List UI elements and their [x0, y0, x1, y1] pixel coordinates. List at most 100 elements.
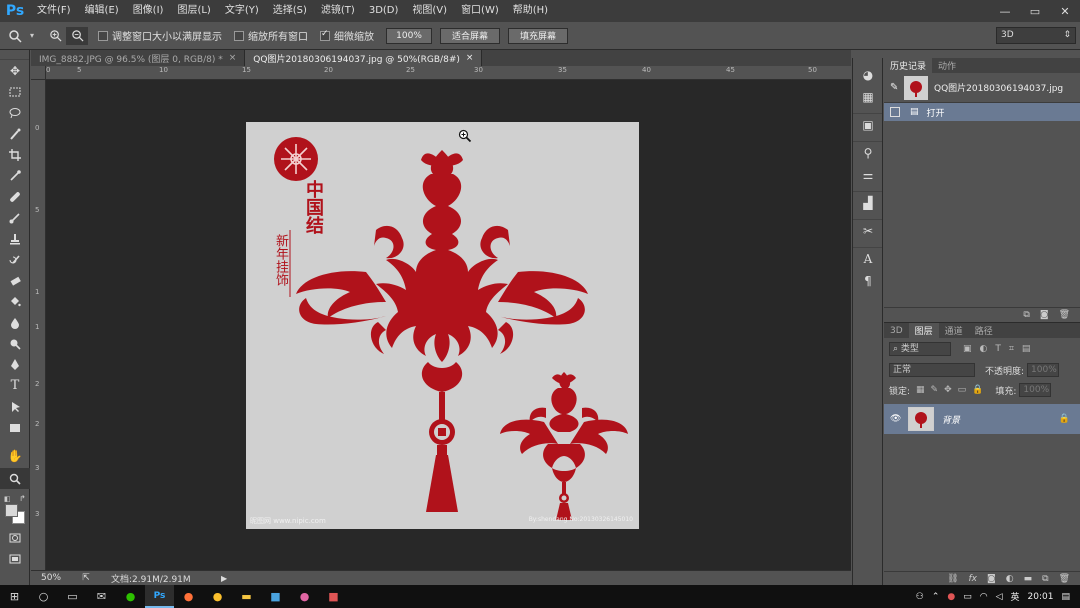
zoom-tool-icon[interactable]	[0, 468, 30, 489]
paragraph-panel-icon[interactable]: ¶	[853, 270, 883, 292]
link-layers-icon[interactable]: ⛓	[947, 574, 958, 584]
app-red-icon[interactable]: ■	[319, 585, 348, 608]
dodge-tool-icon[interactable]	[0, 333, 30, 354]
quick-select-tool-icon[interactable]	[0, 123, 30, 144]
menu-image[interactable]: 图像(I)	[126, 0, 171, 22]
hand-tool-icon[interactable]: ✋	[0, 444, 30, 468]
trash-icon[interactable]: 🗑	[1059, 574, 1070, 584]
document-canvas[interactable]: 中国结 新年挂饰 昵图网 www.nipic.com By:shendang N…	[246, 122, 639, 529]
restore-button[interactable]: ▭	[1020, 0, 1050, 22]
layer-style-icon[interactable]: fx	[969, 574, 978, 584]
tab-paths[interactable]: 路径	[969, 323, 999, 338]
layer-mask-icon[interactable]: ◙	[987, 574, 996, 584]
layer-row[interactable]: 👁 背景 🔒	[884, 404, 1080, 434]
lock-options-icons[interactable]: ▦✎✥▭🔒	[916, 385, 989, 395]
tray-app-icon[interactable]: ●	[947, 592, 955, 602]
history-source-checkbox[interactable]	[890, 107, 900, 117]
photoshop-taskbar-icon[interactable]: Ps	[145, 585, 174, 608]
type-tool-icon[interactable]: T	[0, 375, 30, 396]
menu-help[interactable]: 帮助(H)	[506, 0, 555, 22]
menu-layer[interactable]: 图层(L)	[170, 0, 217, 22]
history-snapshot[interactable]: ✎ QQ图片20180306194037.jpg	[884, 73, 1080, 103]
trash-icon[interactable]: 🗑	[1059, 310, 1070, 320]
close-icon[interactable]: ×	[466, 53, 474, 63]
clone-stamp-tool-icon[interactable]	[0, 228, 30, 249]
tab-channels[interactable]: 通道	[939, 323, 969, 338]
quick-mask-icon[interactable]	[0, 527, 30, 548]
menu-view[interactable]: 视图(V)	[405, 0, 454, 22]
scrubby-zoom-checkbox[interactable]: 细微缩放	[320, 28, 374, 43]
doc-tab-qq-image[interactable]: QQ图片20180306194037.jpg @ 50%(RGB/8#) ×	[245, 50, 483, 66]
notification-icon[interactable]: ▤	[1061, 592, 1070, 602]
brush-tool-icon[interactable]	[0, 207, 30, 228]
eraser-tool-icon[interactable]	[0, 270, 30, 291]
foreground-color-swatch[interactable]	[5, 504, 18, 517]
workspace-select[interactable]: 3D ⇕	[996, 27, 1076, 44]
history-state[interactable]: ▤ 打开	[884, 103, 1080, 121]
search-icon[interactable]: ○	[29, 585, 58, 608]
toolbar-grip[interactable]	[0, 50, 29, 60]
horizontal-ruler[interactable]: 0 5 10 15 20 25 30 35 40 45 50	[46, 66, 851, 80]
ruler-origin[interactable]	[31, 66, 46, 80]
swap-colors-icon[interactable]: ↱	[19, 494, 26, 503]
path-selection-tool-icon[interactable]	[0, 396, 30, 417]
zoom-tool-preset-icon[interactable]	[0, 29, 30, 43]
wechat-icon[interactable]: ●	[116, 585, 145, 608]
new-group-icon[interactable]: ▬	[1024, 574, 1033, 584]
adjustment-layer-icon[interactable]: ◐	[1006, 574, 1014, 584]
tab-history[interactable]: 历史记录	[884, 58, 933, 73]
clock[interactable]: 20:01	[1028, 592, 1054, 602]
screen-mode-icon[interactable]	[0, 548, 30, 569]
ime-indicator[interactable]: 英	[1011, 590, 1020, 603]
menu-3d[interactable]: 3D(D)	[362, 0, 406, 22]
move-tool-icon[interactable]: ✥	[0, 60, 30, 81]
new-layer-icon[interactable]: ⧉	[1042, 574, 1048, 584]
zoom-100-button[interactable]: 100%	[386, 27, 432, 44]
eye-icon[interactable]: 👁	[890, 414, 908, 424]
close-button[interactable]: ✕	[1050, 0, 1080, 22]
resize-windows-checkbox[interactable]: 调整窗口大小以满屏显示	[98, 28, 222, 43]
triangle-right-icon[interactable]: ▶	[221, 574, 241, 583]
menu-window[interactable]: 窗口(W)	[454, 0, 506, 22]
paint-bucket-tool-icon[interactable]	[0, 291, 30, 312]
doc-tab-img8882[interactable]: IMG_8882.JPG @ 96.5% (图层 0, RGB/8) * ×	[31, 50, 246, 66]
windows-start-icon[interactable]: ⊞	[0, 585, 29, 608]
healing-brush-tool-icon[interactable]	[0, 186, 30, 207]
close-icon[interactable]: ×	[229, 53, 237, 63]
character-panel-icon[interactable]: A	[853, 248, 883, 270]
menu-filter[interactable]: 滤镜(T)	[314, 0, 362, 22]
layer-name[interactable]: 背景	[942, 413, 960, 426]
history-brush-source-icon[interactable]: ✎	[890, 82, 904, 93]
zoom-level[interactable]: 50%	[31, 573, 61, 583]
tab-layers[interactable]: 图层	[908, 323, 939, 338]
zoom-all-windows-checkbox[interactable]: 缩放所有窗口	[234, 28, 308, 43]
people-icon[interactable]: ⚇	[916, 592, 924, 602]
vertical-ruler[interactable]: 0 5 1 1 2 2 3 3	[31, 80, 46, 570]
fill-input[interactable]: 100%	[1019, 383, 1052, 397]
export-icon[interactable]: ⇱	[61, 573, 111, 583]
pen-tool-icon[interactable]	[0, 354, 30, 375]
color-swatches[interactable]: ◧ ↱	[0, 493, 29, 527]
tab-3d[interactable]: 3D	[884, 323, 909, 338]
new-document-from-state-icon[interactable]: ⧉	[1023, 310, 1029, 320]
marquee-tool-icon[interactable]	[0, 81, 30, 102]
mail-icon[interactable]: ✉	[87, 585, 116, 608]
blur-tool-icon[interactable]	[0, 312, 30, 333]
app-blue-icon[interactable]: ■	[261, 585, 290, 608]
history-brush-tool-icon[interactable]	[0, 249, 30, 270]
tool-presets-panel-icon[interactable]: ✂	[853, 220, 883, 242]
crop-tool-icon[interactable]	[0, 144, 30, 165]
app-pink-icon[interactable]: ●	[290, 585, 319, 608]
chrome-icon[interactable]: ●	[203, 585, 232, 608]
opacity-input[interactable]: 100%	[1027, 363, 1060, 377]
file-explorer-icon[interactable]: ▬	[232, 585, 261, 608]
layer-filter-icons[interactable]: ▣◐T⌗▤	[963, 344, 1038, 354]
menu-edit[interactable]: 编辑(E)	[78, 0, 126, 22]
battery-icon[interactable]: ▭	[963, 592, 972, 602]
chevron-down-icon[interactable]: ▾	[30, 31, 44, 40]
layer-filter-select[interactable]: ⌕ 类型	[889, 342, 951, 356]
zoom-in-icon[interactable]	[44, 29, 66, 42]
network-icon[interactable]: ◠	[980, 592, 988, 602]
chevron-up-icon[interactable]: ⌃	[932, 592, 940, 602]
clone-source-panel-icon[interactable]: ▟	[853, 192, 883, 214]
